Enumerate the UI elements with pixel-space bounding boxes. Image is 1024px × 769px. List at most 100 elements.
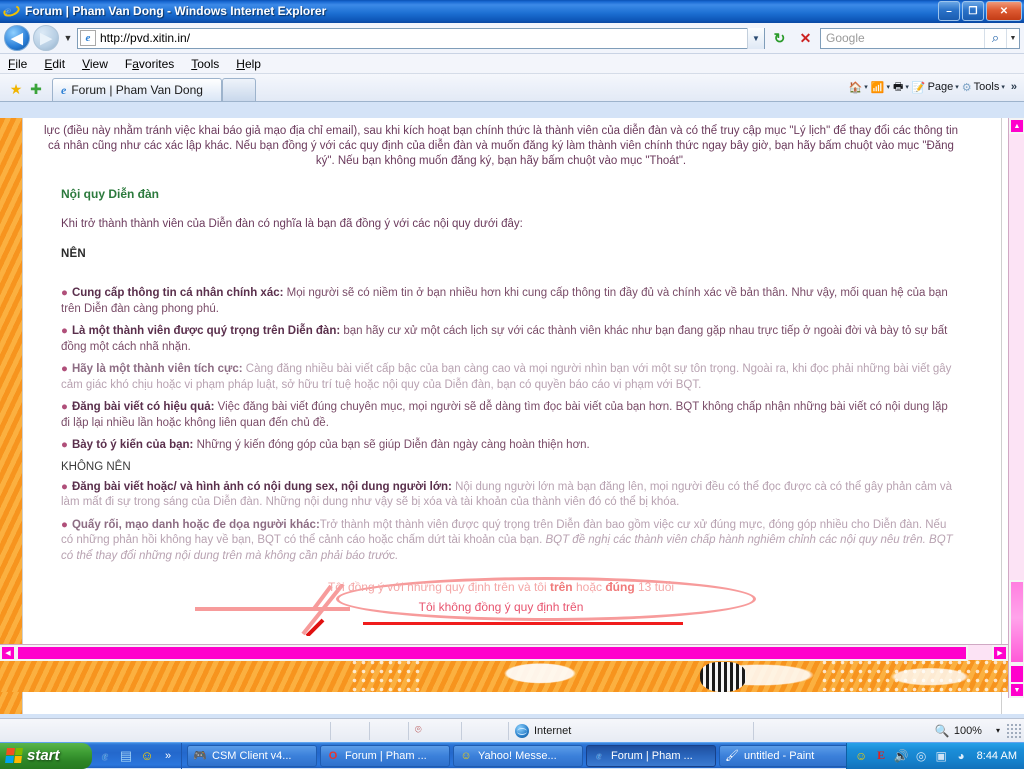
bullet-icon: ●: [61, 287, 68, 299]
taskbar-item-label: Forum | Pham ...: [345, 750, 427, 762]
close-button[interactable]: ✕: [986, 1, 1022, 21]
yahoo-icon: ☺: [459, 749, 473, 763]
disagree-link[interactable]: Tôi không đồng ý quy định trên: [43, 600, 959, 614]
windows-flag-icon: [5, 748, 23, 763]
bullet-icon: ●: [61, 325, 68, 337]
rules-should-not-list: ●Đăng bài viết hoặc/ và hình ảnh có nội …: [61, 480, 959, 565]
favorites-center-icon[interactable]: ★: [6, 77, 26, 101]
new-tab-button[interactable]: [222, 78, 256, 101]
rule-title: Đăng bài viết có hiệu quả:: [72, 401, 215, 413]
forward-button[interactable]: ▶: [33, 25, 59, 51]
internet-zone-icon: [515, 724, 529, 738]
page-wallpaper-bottom: [0, 658, 1024, 692]
zoom-control[interactable]: 🔍 100% ▾: [929, 719, 1006, 743]
list-item: ●Đăng bài viết hoặc/ và hình ảnh có nội …: [61, 480, 959, 511]
menu-file[interactable]: File: [8, 57, 27, 71]
bullet-icon: ●: [61, 481, 68, 493]
quick-launch-internet-explorer-icon[interactable]: e: [96, 747, 114, 765]
search-icon[interactable]: ⌕: [984, 29, 1006, 48]
print-button[interactable]: 🖶▾: [893, 78, 909, 97]
menu-help[interactable]: Help: [236, 57, 261, 71]
search-input[interactable]: Google: [826, 31, 984, 45]
search-provider-caret-icon[interactable]: ▼: [1006, 29, 1019, 48]
home-icon: 🏠: [849, 81, 863, 94]
command-overflow-icon[interactable]: »: [1008, 81, 1020, 93]
feeds-button[interactable]: 📶▾: [871, 81, 890, 94]
shield-icon[interactable]: ◎: [914, 748, 929, 763]
history-dropdown-icon[interactable]: ▼: [62, 33, 74, 43]
list-item: ●Cung cấp thông tin cá nhân chính xác: M…: [61, 286, 959, 317]
address-dropdown-icon[interactable]: ▼: [747, 28, 764, 49]
minimize-button[interactable]: –: [938, 1, 960, 21]
vertical-scroll-thumb[interactable]: [1009, 580, 1024, 664]
agree-bold-exact: đúng: [605, 580, 634, 594]
start-label: start: [27, 747, 60, 764]
taskbar-item-untitled-paint[interactable]: 🖌 untitled - Paint: [719, 745, 846, 767]
menu-view[interactable]: View: [82, 57, 108, 71]
add-to-favorites-icon[interactable]: ✚: [26, 77, 46, 101]
rules-should-list: ●Cung cấp thông tin cá nhân chính xác: M…: [61, 286, 959, 454]
taskbar-item-forum-internet-explorer[interactable]: e Forum | Pham ...: [586, 745, 716, 767]
scroll-down-button[interactable]: ▼: [1009, 682, 1024, 698]
taskbar-item-yahoo-messenger[interactable]: ☺ Yahoo! Messe...: [453, 745, 583, 767]
tools-menu-button[interactable]: ⚙ Tools ▾: [962, 81, 1005, 94]
refresh-button[interactable]: ↻: [768, 27, 791, 50]
intro-paragraph: lực (điều này nhằm tránh việc khai báo g…: [43, 124, 959, 169]
quick-launch-overflow-icon[interactable]: »: [159, 747, 177, 765]
address-bar[interactable]: e http://pvd.xitin.in/ ▼: [77, 28, 765, 49]
agree-link[interactable]: Tôi đồng ý với những quy định trên và tô…: [43, 580, 959, 594]
scroll-right-button[interactable]: ▶: [992, 645, 1008, 661]
page-menu-button[interactable]: 📝 Page ▾: [912, 81, 959, 94]
rule-title: Hãy là một thành viên tích cực:: [72, 363, 243, 375]
quick-launch-yahoo-messenger-icon[interactable]: ☺: [138, 747, 156, 765]
network-icon[interactable]: ▣: [934, 748, 949, 763]
taskbar-item-forum-opera[interactable]: O Forum | Pham ...: [320, 745, 450, 767]
bullet-icon: ●: [61, 439, 68, 451]
taskbar-item-label: Forum | Pham ...: [611, 750, 693, 762]
agree-bold-over: trên: [550, 580, 573, 594]
status-message: [0, 719, 330, 743]
vertical-scrollbar[interactable]: ▲ ▼: [1008, 118, 1024, 698]
window-title-bar[interactable]: e Forum | Pham Van Dong - Windows Intern…: [0, 0, 1024, 23]
volume-icon[interactable]: 🔊: [894, 748, 909, 763]
stop-button[interactable]: ✕: [794, 27, 817, 50]
internet-explorer-logo-icon: e: [4, 3, 20, 19]
start-button[interactable]: start: [0, 743, 92, 769]
list-item: ●Đăng bài viết có hiệu quả: Việc đăng bà…: [61, 400, 959, 431]
agree-mid: hoặc: [573, 580, 606, 594]
taskbar: start e ▤ ☺ » 🎮 CSM Client v4... O Forum…: [0, 742, 1024, 768]
menu-tools[interactable]: Tools: [191, 57, 219, 71]
menu-favorites[interactable]: Favorites: [125, 57, 174, 71]
zoom-caret-icon[interactable]: ▾: [996, 726, 1000, 735]
clock-tray-icon[interactable]: ◕: [954, 748, 969, 763]
gear-icon: ⚙: [962, 81, 972, 94]
tools-menu-label: Tools: [974, 81, 1000, 93]
quick-launch-show-desktop-icon[interactable]: ▤: [117, 747, 135, 765]
home-button[interactable]: 🏠▾: [849, 81, 868, 94]
ie-tray-icon[interactable]: E: [874, 748, 889, 763]
taskbar-item-csm-client[interactable]: 🎮 CSM Client v4...: [187, 745, 317, 767]
scroll-left-button[interactable]: ◀: [0, 645, 16, 661]
security-zone[interactable]: Internet: [509, 719, 577, 743]
page-viewport: lực (điều này nhằm tránh việc khai báo g…: [0, 118, 1024, 714]
maximize-button[interactable]: ❐: [962, 1, 984, 21]
taskbar-item-label: Yahoo! Messe...: [478, 750, 557, 762]
app-icon: 🎮: [193, 749, 207, 763]
horizontal-scroll-thumb[interactable]: [16, 645, 968, 661]
taskbar-clock[interactable]: 8:44 AM: [977, 750, 1017, 762]
agreement-actions: Tôi đồng ý với những quy định trên và tô…: [43, 580, 959, 652]
red-underline-annotation: [363, 622, 683, 625]
yahoo-tray-icon[interactable]: ☺: [854, 748, 869, 763]
back-button[interactable]: ◀: [4, 25, 30, 51]
page-icon: 📝: [912, 81, 926, 94]
resize-grip[interactable]: [1006, 723, 1022, 739]
menu-edit[interactable]: Edit: [44, 57, 65, 71]
bullet-icon: ●: [61, 519, 68, 531]
horizontal-scrollbar[interactable]: ◀ ▶: [0, 644, 1008, 660]
popup-blocked-icon[interactable]: ⌾: [409, 719, 461, 743]
tabs: e Forum | Pham Van Dong: [52, 78, 256, 101]
scroll-up-button[interactable]: ▲: [1009, 118, 1024, 134]
tab-forum-pham-van-dong[interactable]: e Forum | Pham Van Dong: [52, 78, 222, 101]
list-item: ●Là một thành viên được quý trọng trên D…: [61, 324, 959, 355]
search-box[interactable]: Google ⌕ ▼: [820, 28, 1020, 49]
